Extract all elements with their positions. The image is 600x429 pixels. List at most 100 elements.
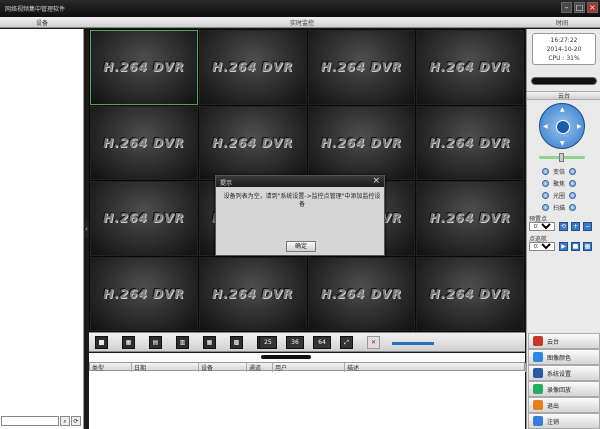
status-bar [531, 77, 597, 85]
iris-row: 光圈 [542, 190, 592, 200]
video-cell[interactable]: H.264 DVR [198, 30, 307, 105]
layout-36-button[interactable]: 36 [286, 336, 304, 349]
refresh-icon[interactable]: ⟳ [71, 416, 81, 426]
splitter-handle[interactable] [261, 355, 311, 359]
video-cell[interactable]: H.264 DVR [90, 105, 198, 180]
layout-25-button[interactable]: 25 [259, 336, 277, 349]
slider-handle[interactable] [559, 153, 564, 162]
channel-placeholder: H.264 DVR [429, 211, 511, 226]
preset-delete-icon[interactable]: − [583, 222, 592, 231]
video-cell[interactable]: H.264 DVR [198, 105, 307, 180]
arrow-right-icon[interactable]: ▶ [577, 123, 582, 130]
layout-toolbar: ▦ ▤ ▥ ▦ ▩ ▩ 25 36 64 ⤢ ✕ [89, 332, 525, 352]
device-search-input[interactable] [1, 416, 59, 426]
focus-label: 聚焦 [553, 180, 566, 188]
log-resize-bar[interactable] [89, 353, 525, 362]
iris-open-icon[interactable] [542, 191, 549, 199]
dialog-title: 提示 [220, 180, 233, 187]
video-cell[interactable]: H.264 DVR [416, 105, 524, 180]
ok-button[interactable]: 确定 [286, 241, 316, 252]
function-panel: 云台 图像颜色 系统设置 录像回放 退出 注销 [526, 332, 600, 429]
col-channel: 通道 [247, 363, 273, 372]
maximize-icon[interactable]: □ [574, 2, 585, 13]
preset-select[interactable]: 01 [529, 222, 555, 231]
layout-1-icon[interactable] [95, 336, 108, 349]
video-cell[interactable]: H.264 DVR [416, 256, 524, 331]
scan-row: 扫描 [542, 202, 592, 212]
scan-label: 扫描 [553, 204, 566, 212]
close-icon[interactable]: × [587, 2, 598, 13]
panel-header: 设备 实时监控 时间 [0, 17, 600, 28]
focus-far-icon[interactable] [569, 179, 577, 187]
playback-icon [533, 384, 543, 394]
mute-icon[interactable]: ✕ [367, 336, 380, 349]
ptz-direction-pad[interactable]: ▲ ▼ ◀ ▶ [539, 103, 585, 149]
channel-placeholder: H.264 DVR [103, 286, 185, 301]
window-controls: – □ × [561, 2, 598, 13]
clock-display: 16:27:22 2014-10-20 CPU : 31% [532, 33, 596, 65]
settings-icon [533, 368, 543, 378]
channel-placeholder: H.264 DVR [429, 286, 511, 301]
playback-button[interactable]: 录像回放 [528, 381, 600, 397]
minimize-icon[interactable]: – [561, 2, 572, 13]
scan-stop-icon[interactable] [569, 203, 577, 211]
device-search: ⌕ ⟳ [1, 416, 83, 426]
zoom-out-icon[interactable] [569, 167, 577, 175]
layout-4-icon[interactable]: ▦ [122, 336, 135, 349]
dialog-message: 设备列表为空，请到"系统设置->监控点管理"中添加监控设备 [223, 193, 381, 208]
video-cell[interactable]: H.264 DVR [307, 30, 416, 105]
scan-start-icon[interactable] [542, 203, 549, 211]
video-cell[interactable]: H.264 DVR [90, 30, 198, 105]
cruise-grid-icon[interactable]: ▦ [583, 242, 592, 251]
arrow-left-icon[interactable]: ◀ [543, 123, 548, 130]
ptz-center-icon[interactable] [556, 120, 570, 134]
time-header: 时间 [556, 20, 569, 27]
video-cell[interactable]: H.264 DVR [307, 105, 416, 180]
logout-button[interactable]: 注销 [528, 413, 600, 429]
col-device: 设备 [199, 363, 247, 372]
exit-label: 退出 [547, 402, 560, 410]
iris-close-icon[interactable] [569, 191, 577, 199]
cruise-play-icon[interactable]: ▶ [559, 242, 568, 251]
channel-placeholder: H.264 DVR [320, 135, 403, 150]
search-icon[interactable]: ⌕ [60, 416, 70, 426]
layout-8-icon[interactable]: ▥ [176, 336, 189, 349]
channel-placeholder: H.264 DVR [103, 135, 185, 150]
video-cell[interactable]: H.264 DVR [307, 256, 416, 331]
cruise-select[interactable]: 01 [529, 242, 555, 251]
image-color-button[interactable]: 图像颜色 [528, 349, 600, 365]
dialog-close-icon[interactable]: × [372, 176, 380, 186]
video-cell[interactable]: H.264 DVR [90, 256, 198, 331]
zoom-in-icon[interactable] [542, 167, 549, 175]
preset-call-icon[interactable]: ⟲ [559, 222, 568, 231]
col-user: 用户 [273, 363, 345, 372]
video-cell[interactable]: H.264 DVR [198, 256, 307, 331]
prompt-dialog: 提示 × 设备列表为空，请到"系统设置->监控点管理"中添加监控设备 确定 [215, 175, 385, 256]
col-description: 描述 [345, 363, 526, 372]
device-list-panel[interactable]: ⌕ ⟳ [0, 29, 84, 429]
system-settings-label: 系统设置 [547, 370, 572, 378]
layout-13-icon[interactable]: ▩ [230, 336, 243, 349]
preset-add-icon[interactable]: + [571, 222, 580, 231]
layout-9-icon[interactable]: ▦ [203, 336, 216, 349]
video-cell[interactable]: H.264 DVR [90, 181, 198, 256]
layout-64-button[interactable]: 64 [313, 336, 331, 349]
window-title: 网络视频集中管理软件 [5, 6, 66, 13]
arrow-up-icon[interactable]: ▲ [560, 106, 565, 113]
exit-icon [533, 400, 543, 410]
ptz-label: 云台 [527, 91, 600, 100]
col-type: 类型 [90, 363, 132, 372]
video-cell[interactable]: H.264 DVR [416, 181, 524, 256]
focus-near-icon[interactable] [542, 179, 549, 187]
layout-6-icon[interactable]: ▤ [149, 336, 162, 349]
ptz-speed-slider[interactable] [539, 153, 585, 162]
volume-slider[interactable] [392, 342, 434, 345]
system-settings-button[interactable]: 系统设置 [528, 365, 600, 381]
video-cell[interactable]: H.264 DVR [416, 30, 524, 105]
ptz-button[interactable]: 云台 [528, 333, 600, 349]
arrow-down-icon[interactable]: ▼ [560, 140, 565, 147]
event-log[interactable]: 类型 日期 设备 通道 用户 描述 [89, 362, 526, 429]
fullscreen-icon[interactable]: ⤢ [340, 336, 353, 349]
exit-button[interactable]: 退出 [528, 397, 600, 413]
cruise-stop-icon[interactable]: ■ [571, 242, 580, 251]
